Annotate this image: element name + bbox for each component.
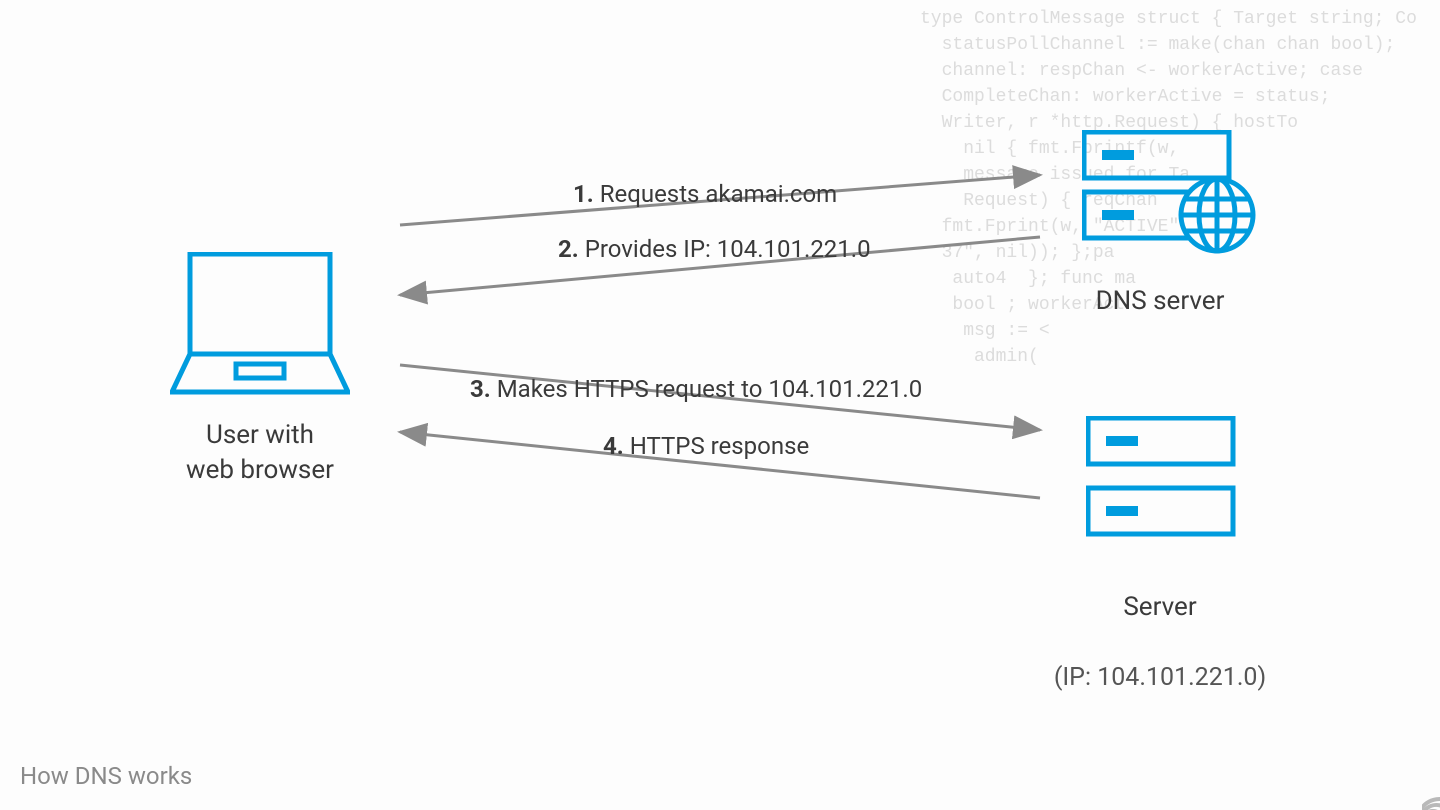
- step-1: 1. Requests akamai.com: [573, 180, 837, 208]
- step-3-text: Makes HTTPS request to 104.101.221.0: [491, 375, 922, 403]
- server-label-group: Server (IP: 104.101.221.0): [1040, 555, 1280, 695]
- step-4: 4. HTTPS response: [603, 432, 809, 460]
- server-sublabel: (IP: 104.101.221.0): [1054, 663, 1266, 692]
- dns-label: DNS server: [1060, 284, 1260, 319]
- step-3-num: 3.: [470, 375, 491, 403]
- server-label: Server: [1123, 592, 1196, 622]
- step-1-num: 1.: [573, 180, 594, 208]
- step-2-text: Provides IP: 104.101.221.0: [579, 235, 871, 263]
- step-1-text: Requests akamai.com: [594, 180, 837, 208]
- step-2: 2. Provides IP: 104.101.221.0: [558, 235, 871, 263]
- client-label: User with web browser: [160, 418, 360, 488]
- step-4-num: 4.: [603, 432, 624, 460]
- step-4-text: HTTPS response: [624, 432, 809, 460]
- diagram-caption: How DNS works: [20, 762, 192, 790]
- step-2-num: 2.: [558, 235, 579, 263]
- step-3: 3. Makes HTTPS request to 104.101.221.0: [470, 375, 922, 403]
